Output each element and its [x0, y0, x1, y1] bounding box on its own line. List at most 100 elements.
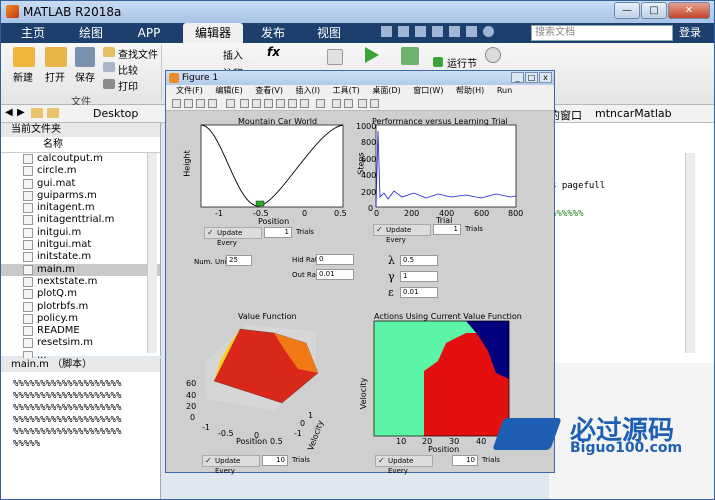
find-files-button[interactable]: 查找文件	[118, 46, 158, 61]
show-tools-icon[interactable]	[370, 99, 379, 108]
file-item[interactable]: calcoutput.m	[1, 153, 160, 165]
menu-edit[interactable]: 编辑(E)	[215, 86, 242, 95]
file-item[interactable]: plotrbfs.m	[1, 301, 160, 313]
run-icon[interactable]	[365, 47, 379, 63]
gamma-input[interactable]: 1	[400, 271, 438, 282]
colorbar-icon[interactable]	[332, 99, 341, 108]
browse-folder-icon[interactable]	[47, 108, 59, 118]
save-figure-icon[interactable]	[196, 99, 205, 108]
file-item[interactable]: gui.mat	[1, 178, 160, 190]
tab-plots[interactable]: 绘图	[69, 23, 113, 43]
brush-icon[interactable]	[300, 99, 309, 108]
file-item[interactable]: README	[1, 325, 160, 337]
menu-help[interactable]: 帮助(H)	[456, 86, 484, 95]
menu-insert[interactable]: 插入(I)	[296, 86, 321, 95]
trials-input-2[interactable]: 1	[433, 224, 461, 235]
menu-view[interactable]: 查看(V)	[255, 86, 283, 95]
num-units-input[interactable]: 25	[226, 255, 252, 266]
figure-close-button[interactable]: x	[539, 72, 552, 83]
breakpoints-icon[interactable]	[327, 49, 343, 65]
epsilon-input[interactable]: 0.01	[400, 287, 438, 298]
update-every-checkbox-1[interactable]: Update Every	[204, 227, 262, 247]
tab-editor[interactable]: 编辑器	[183, 23, 243, 43]
tab-apps[interactable]: APP	[127, 23, 171, 43]
close-button[interactable]: ✕	[668, 2, 710, 19]
folder-scrollbar[interactable]	[147, 153, 157, 353]
redo-quick-icon[interactable]	[466, 26, 477, 37]
out-rate-input[interactable]: 0.01	[316, 269, 354, 280]
legend-icon[interactable]	[344, 99, 353, 108]
tab-publish[interactable]: 发布	[251, 23, 295, 43]
file-item[interactable]: guiparms.m	[1, 190, 160, 202]
file-item[interactable]: initagent.m	[1, 202, 160, 214]
menu-file[interactable]: 文件(F)	[176, 86, 203, 95]
undo-quick-icon[interactable]	[449, 26, 460, 37]
new-button[interactable]: 新建	[13, 69, 33, 84]
editor-tab-mtncar[interactable]: mtncarMatlab	[595, 107, 672, 120]
tab-home[interactable]: 主页	[11, 23, 55, 43]
hid-rate-input[interactable]: 0	[316, 254, 354, 265]
login-button[interactable]: 登录	[679, 24, 701, 42]
pan-icon[interactable]	[264, 99, 273, 108]
save-quick-icon[interactable]	[381, 26, 392, 37]
edit-plot-icon[interactable]	[226, 99, 235, 108]
print-button[interactable]: 打印	[118, 78, 138, 93]
fx-button[interactable]: fx	[267, 45, 280, 59]
trials-input-3[interactable]: 10	[262, 455, 288, 466]
editor-scrollbar[interactable]	[685, 153, 695, 353]
file-item[interactable]: resetsim.m	[1, 337, 160, 349]
data-cursor-icon[interactable]	[288, 99, 297, 108]
minimize-button[interactable]: —	[614, 2, 640, 19]
zoom-out-icon[interactable]	[252, 99, 261, 108]
compare-button[interactable]: 比较	[118, 62, 138, 77]
file-item[interactable]: nextstate.m	[1, 276, 160, 288]
help-quick-icon[interactable]	[483, 26, 494, 37]
tab-view[interactable]: 视图	[307, 23, 351, 43]
insert-button[interactable]: 插入	[223, 47, 243, 62]
update-every-checkbox-2[interactable]: Update Every	[373, 224, 431, 244]
rotate-icon[interactable]	[276, 99, 285, 108]
file-item[interactable]: initgui.mat	[1, 239, 160, 251]
name-column-header[interactable]: 名称	[1, 137, 160, 153]
vf-ztick: 60	[186, 379, 197, 388]
trials-input-1[interactable]: 1	[264, 227, 292, 238]
file-item[interactable]: policy.m	[1, 313, 160, 325]
cut-quick-icon[interactable]	[398, 26, 409, 37]
run-advance-icon[interactable]	[401, 47, 419, 65]
file-item-selected[interactable]: main.m	[1, 263, 160, 276]
menu-tools[interactable]: 工具(T)	[333, 86, 360, 95]
text-file-icon	[23, 326, 33, 337]
trials-input-4[interactable]: 10	[452, 455, 478, 466]
file-item[interactable]: initgui.m	[1, 227, 160, 239]
file-item[interactable]: circle.m	[1, 165, 160, 177]
figure-minimize-button[interactable]: _	[511, 72, 524, 83]
breadcrumb-desktop[interactable]: Desktop	[93, 107, 138, 120]
menu-desktop[interactable]: 桌面(D)	[372, 86, 400, 95]
folder-up-icon[interactable]	[31, 108, 43, 118]
link-icon[interactable]	[316, 99, 325, 108]
update-every-checkbox-3[interactable]: Update Every	[202, 455, 260, 475]
lambda-input[interactable]: 0.5	[400, 255, 438, 266]
run-section-button[interactable]: 运行节	[447, 55, 477, 70]
back-icon[interactable]: ◀	[5, 107, 13, 118]
copy-quick-icon[interactable]	[415, 26, 426, 37]
file-item[interactable]: initagenttrial.m	[1, 214, 160, 226]
menu-window[interactable]: 窗口(W)	[413, 86, 443, 95]
search-input[interactable]: 搜索文档	[531, 25, 673, 41]
zoom-in-icon[interactable]	[240, 99, 249, 108]
forward-icon[interactable]: ▶	[17, 107, 25, 118]
file-item[interactable]: initstate.m	[1, 251, 160, 263]
file-item[interactable]: plotQ.m	[1, 288, 160, 300]
new-figure-icon[interactable]	[172, 99, 181, 108]
maximize-button[interactable]: □	[641, 2, 667, 19]
figure-maximize-button[interactable]: □	[525, 72, 538, 83]
print-figure-icon[interactable]	[208, 99, 217, 108]
paste-quick-icon[interactable]	[432, 26, 443, 37]
save-button[interactable]: 保存	[75, 69, 95, 84]
run-time-icon[interactable]	[485, 47, 501, 63]
hide-tools-icon[interactable]	[358, 99, 367, 108]
open-button[interactable]: 打开	[45, 69, 65, 84]
menu-run[interactable]: Run	[497, 86, 512, 95]
update-every-checkbox-4[interactable]: Update Every	[375, 455, 433, 475]
open-file-icon[interactable]	[184, 99, 193, 108]
